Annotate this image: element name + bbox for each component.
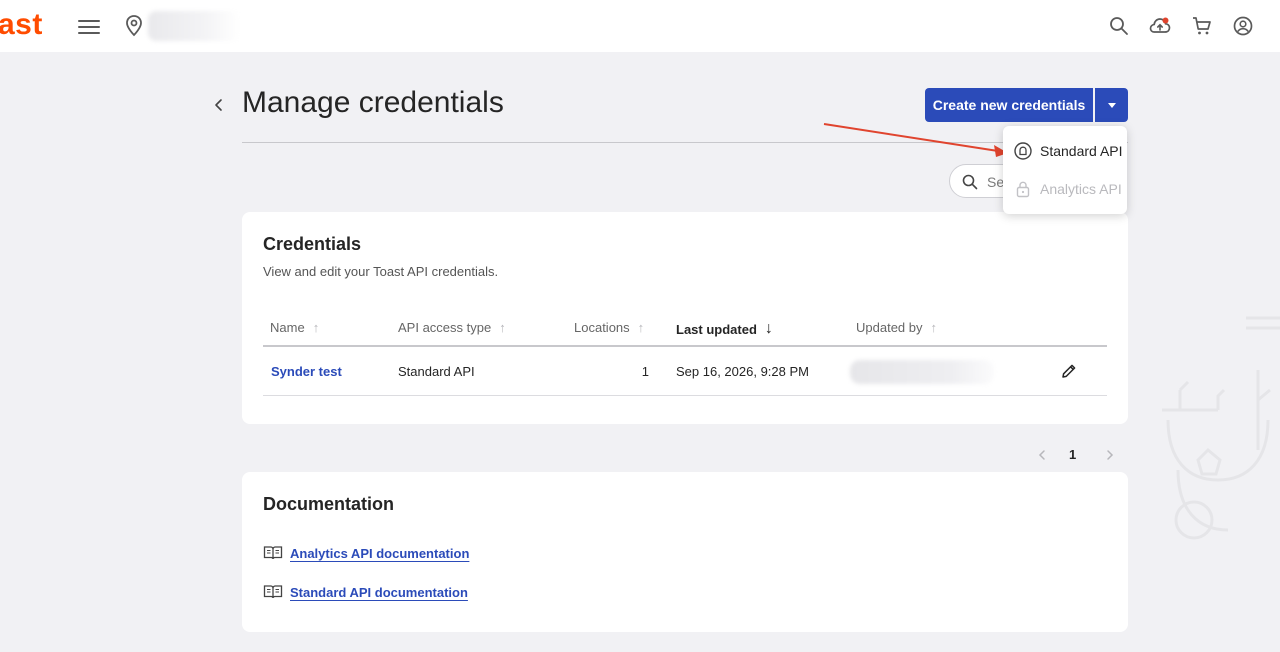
previous-page-icon[interactable]: [1035, 447, 1049, 463]
updated-by-redacted: [850, 360, 994, 384]
caret-down-icon: [1107, 102, 1116, 108]
last-updated-cell: Sep 16, 2026, 9:28 PM: [676, 364, 809, 379]
next-page-icon[interactable]: [1103, 447, 1117, 463]
locations-cell: 1: [641, 364, 649, 379]
back-chevron-icon[interactable]: [209, 94, 229, 116]
search-icon[interactable]: [1107, 14, 1131, 38]
sort-arrow-icon: ↑: [312, 320, 320, 335]
credential-name-link[interactable]: Synder test: [271, 364, 342, 379]
column-header-last-updated[interactable]: Last updated ↓: [676, 320, 773, 338]
api-access-type-cell: Standard API: [398, 364, 475, 379]
book-icon: [263, 585, 283, 599]
create-options-dropdown-button[interactable]: [1095, 88, 1128, 122]
dropdown-item-analytics-api: Analytics API: [1003, 171, 1127, 207]
annotation-arrow: [823, 123, 1008, 157]
credentials-card: Credentials View and edit your Toast API…: [242, 212, 1128, 424]
search-icon: [962, 174, 978, 190]
column-header-api-access-type[interactable]: API access type ↑: [398, 320, 506, 335]
documentation-title: Documentation: [263, 494, 395, 514]
dropdown-item-standard-api[interactable]: Standard API: [1003, 133, 1127, 169]
pencil-edit-icon[interactable]: [1060, 362, 1078, 380]
book-icon: [263, 546, 283, 560]
documentation-card: Documentation Analytics API documentatio…: [242, 472, 1128, 632]
credentials-title: Credentials: [263, 234, 362, 254]
cart-icon[interactable]: [1190, 14, 1214, 38]
create-new-credentials-button[interactable]: Create new credentials: [925, 88, 1093, 122]
column-header-name[interactable]: Name ↑: [270, 320, 319, 335]
sort-arrow-icon: ↑: [499, 320, 506, 335]
standard-api-documentation-link[interactable]: Standard API documentation: [263, 584, 468, 600]
credentials-subtitle: View and edit your Toast API credentials…: [263, 264, 499, 279]
column-header-locations[interactable]: Locations ↑: [574, 320, 644, 335]
location-name-redacted[interactable]: [148, 11, 240, 41]
lock-icon: [1016, 181, 1030, 198]
menu-icon[interactable]: [78, 16, 100, 36]
api-icon: [1014, 142, 1032, 160]
cloud-upload-icon[interactable]: [1148, 14, 1172, 38]
account-icon[interactable]: [1231, 14, 1255, 38]
column-header-updated-by[interactable]: Updated by ↑: [856, 320, 937, 335]
top-navigation-bar: ast: [0, 0, 1280, 52]
create-credentials-dropdown-menu: Standard API Analytics API: [1003, 126, 1127, 214]
sort-arrow-icon: ↑: [637, 320, 645, 335]
page-title: Manage credentials: [242, 86, 504, 119]
table-header-divider: [263, 345, 1107, 347]
table-row-divider: [263, 395, 1107, 396]
toast-logo[interactable]: ast: [0, 8, 43, 42]
page-number[interactable]: 1: [1069, 447, 1076, 462]
sort-arrow-icon: ↑: [930, 320, 938, 335]
sort-arrow-icon: ↓: [764, 320, 773, 337]
analytics-api-documentation-link[interactable]: Analytics API documentation: [263, 545, 469, 561]
location-pin-icon[interactable]: [124, 14, 144, 38]
decorative-illustration: [1162, 316, 1280, 540]
